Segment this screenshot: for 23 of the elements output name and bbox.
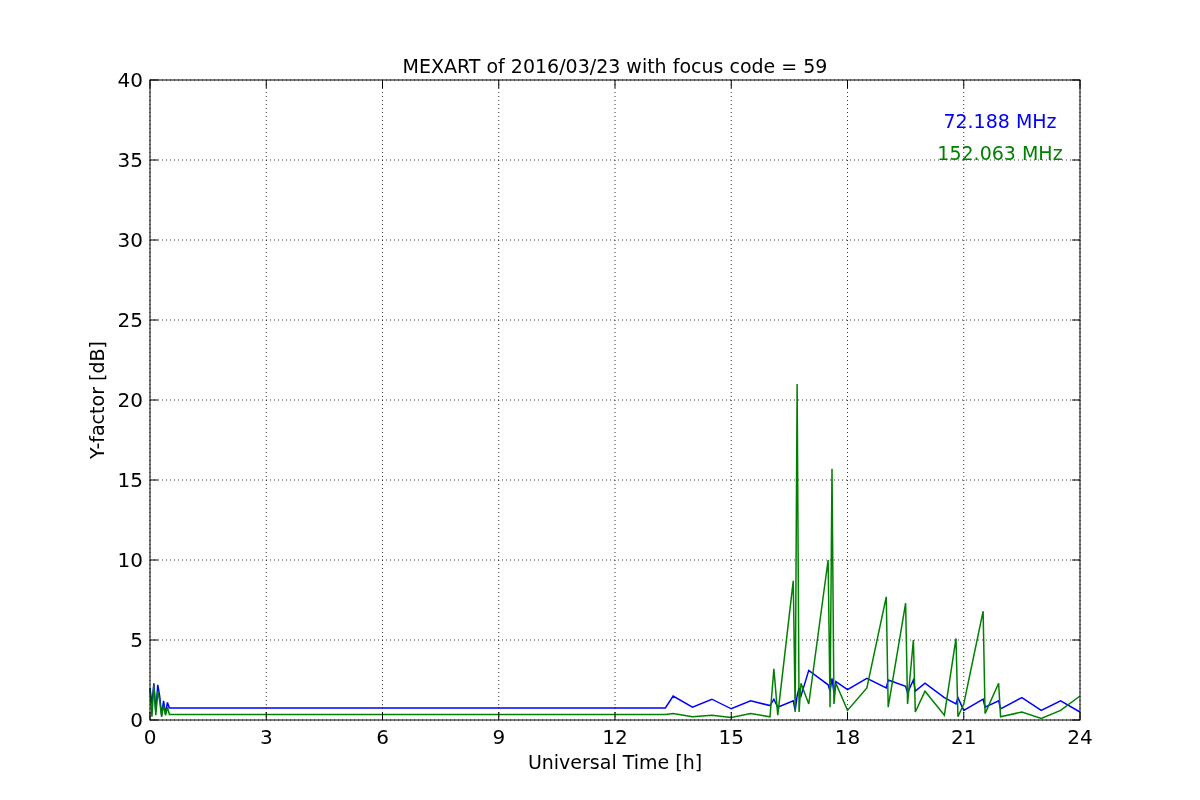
- tick-label: 6: [376, 725, 389, 749]
- tick-label: 10: [117, 548, 143, 572]
- tick-label: 15: [117, 468, 143, 492]
- tick-label: 0: [143, 725, 157, 749]
- tick-label: 24: [1067, 725, 1093, 749]
- axis-label: Universal Time [h]: [527, 751, 703, 773]
- chart-title: MEXART of 2016/03/23 with focus code = 59: [402, 55, 828, 77]
- legend-label: 152.063 MHz: [937, 142, 1063, 164]
- tick-label: 35: [117, 148, 143, 172]
- tick-label: 15: [718, 725, 744, 749]
- tick-label: 21: [951, 725, 977, 749]
- legend-label: 72.188 MHz: [943, 110, 1057, 132]
- axis-label: Y-factor [dB]: [86, 341, 108, 459]
- tick-label: 9: [492, 725, 506, 749]
- tick-label: 0: [130, 708, 143, 732]
- tick-label: 40: [117, 68, 143, 92]
- tick-label: 30: [117, 228, 143, 252]
- tick-label: 12: [602, 725, 628, 749]
- tick-label: 18: [834, 725, 861, 749]
- tick-label: 25: [117, 308, 143, 332]
- tick-label: 3: [259, 725, 273, 749]
- tick-label: 20: [117, 388, 143, 412]
- tick-label: 5: [130, 628, 143, 652]
